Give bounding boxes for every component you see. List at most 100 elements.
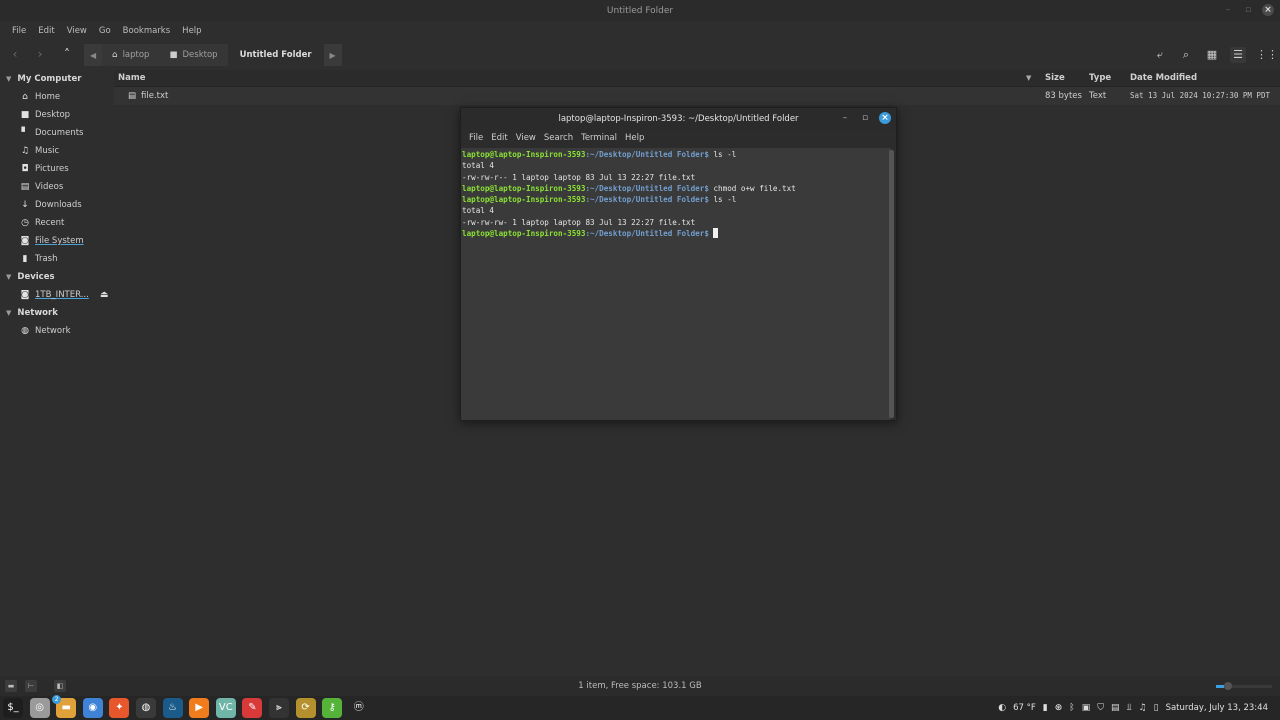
taskbar-app-update-manager[interactable]: ⟳ bbox=[295, 698, 316, 718]
desktop-icon: ■ bbox=[169, 50, 178, 60]
taskbar-app-chrome[interactable]: ◉ bbox=[82, 698, 103, 718]
breadcrumb-untitled-folder[interactable]: Untitled Folder bbox=[227, 44, 324, 66]
terminal-output-line: -rw-rw-r-- 1 laptop laptop 83 Jul 13 22:… bbox=[462, 172, 696, 182]
terminal-menu-search[interactable]: Search bbox=[540, 130, 577, 146]
forward-button[interactable]: › bbox=[32, 46, 48, 62]
taskbar-app-key-manager[interactable]: ⚷ bbox=[322, 698, 343, 718]
terminal-minimize-button[interactable]: – bbox=[839, 112, 851, 124]
sidebar-item-music[interactable]: ♫ Music bbox=[0, 142, 114, 160]
taskbar-app-video-editor[interactable]: ⫸ bbox=[269, 698, 289, 718]
zoom-slider-handle[interactable] bbox=[1224, 682, 1232, 690]
taskbar-app-obs[interactable]: ◍ bbox=[136, 698, 156, 718]
download-icon: ↓ bbox=[21, 200, 29, 210]
sidebar-section-network[interactable]: ▼ Network bbox=[0, 304, 114, 322]
desktop-icon: ■ bbox=[20, 110, 30, 120]
taskbar-app-media-player[interactable]: ▶ bbox=[189, 698, 210, 718]
taskbar-app-gimp-like[interactable]: ✎ bbox=[242, 698, 263, 718]
breadcrumb-laptop[interactable]: ⌂ laptop bbox=[102, 44, 160, 66]
column-type[interactable]: Type bbox=[1089, 70, 1111, 87]
minimize-button[interactable]: – bbox=[1222, 4, 1234, 16]
eject-icon[interactable]: ⏏ bbox=[100, 286, 109, 304]
video-editor-icon: ⫸ bbox=[276, 702, 282, 713]
network-icon[interactable]: ⫫ bbox=[1126, 703, 1131, 713]
obs-tray-icon[interactable]: ⊛ bbox=[1055, 703, 1063, 713]
trash-applet-icon[interactable]: ▮ bbox=[1043, 703, 1048, 713]
column-size[interactable]: Size bbox=[1045, 70, 1065, 87]
battery-icon[interactable]: ▯ bbox=[1154, 703, 1159, 713]
column-date-modified[interactable]: Date Modified bbox=[1130, 70, 1197, 87]
weather-temp[interactable]: 67 °F bbox=[1013, 703, 1036, 713]
breadcrumb-right-arrow[interactable]: ▶ bbox=[323, 44, 342, 66]
terminal-menu-view[interactable]: View bbox=[512, 130, 540, 146]
column-name[interactable]: Name bbox=[118, 70, 145, 87]
terminal-menu-help[interactable]: Help bbox=[621, 130, 648, 146]
compact-view-icon[interactable]: ⋮⋮ bbox=[1256, 47, 1278, 63]
menu-help[interactable]: Help bbox=[176, 22, 207, 40]
zoom-slider[interactable] bbox=[1216, 682, 1272, 690]
sidebar-item-pictures[interactable]: ◘ Pictures bbox=[0, 160, 114, 178]
clock[interactable]: Saturday, July 13, 23:44 bbox=[1166, 703, 1268, 713]
terminal-prompt-line: laptop@laptop-Inspiron-3593:~/Desktop/Un… bbox=[462, 149, 890, 160]
menu-view[interactable]: View bbox=[61, 22, 93, 40]
taskbar-app-vscode[interactable]: VC bbox=[215, 698, 236, 718]
sound-icon[interactable]: ♫ bbox=[1139, 703, 1147, 713]
sidebar-item-downloads[interactable]: ↓ Downloads bbox=[0, 196, 114, 214]
taskbar-app-files[interactable]: ▬ 2 bbox=[52, 695, 77, 718]
toggle-location-icon[interactable]: ⤶ bbox=[1152, 47, 1168, 63]
sidebar-section-devices[interactable]: ▼ Devices bbox=[0, 268, 114, 286]
maximize-button[interactable]: ▫ bbox=[1242, 4, 1254, 16]
breadcrumb-desktop[interactable]: ■ Desktop bbox=[159, 44, 228, 66]
terminal-menu-file[interactable]: File bbox=[465, 130, 487, 146]
sidebar-section-my-computer[interactable]: ▼ My Computer bbox=[0, 70, 114, 88]
clock-icon: ◷ bbox=[21, 218, 29, 228]
sidebar-item-file-system[interactable]: ◙ File System bbox=[0, 232, 114, 250]
sidebar-item-documents[interactable]: ▘ Documents bbox=[0, 124, 114, 142]
terminal-menu-edit[interactable]: Edit bbox=[487, 130, 511, 146]
list-view-icon[interactable]: ☰ bbox=[1230, 47, 1246, 63]
taskbar-app-firefox[interactable]: ✦ bbox=[109, 698, 130, 718]
close-button[interactable]: × bbox=[1262, 4, 1274, 16]
sidebar-item-network[interactable]: ◍ Network bbox=[0, 322, 114, 340]
bluetooth-icon[interactable]: ᛒ bbox=[1069, 703, 1074, 713]
terminal-output[interactable]: laptop@laptop-Inspiron-3593 :~/Desktop/Un… bbox=[461, 148, 891, 420]
terminal-scrollbar[interactable] bbox=[889, 150, 894, 418]
up-button[interactable]: ˄ bbox=[59, 46, 75, 62]
icon-view-icon[interactable]: ▦ bbox=[1204, 47, 1220, 63]
menu-file[interactable]: File bbox=[6, 22, 32, 40]
shield-icon[interactable]: ⛉ bbox=[1097, 703, 1104, 713]
notes-icon[interactable]: ▤ bbox=[1111, 703, 1120, 713]
sidebar-item-videos[interactable]: ▤ Videos bbox=[0, 178, 114, 196]
terminal-maximize-button[interactable]: ▫ bbox=[859, 112, 871, 124]
terminal-menu-terminal[interactable]: Terminal bbox=[577, 130, 621, 146]
file-row[interactable]: ▤ file.txt 83 bytes Text Sat 13 Jul 2024… bbox=[114, 87, 1280, 105]
taskbar-app-mint-menu[interactable]: ⓜ bbox=[348, 698, 369, 718]
prompt-path: :~/Desktop/Untitled Folder$ bbox=[585, 183, 709, 193]
terminal-close-button[interactable]: × bbox=[879, 112, 891, 124]
collapse-icon: ▼ bbox=[6, 309, 12, 317]
terminal-output-line: total 4 bbox=[462, 206, 495, 216]
sidebar-item-recent[interactable]: ◷ Recent bbox=[0, 214, 114, 232]
sidebar-item-trash[interactable]: ▮ Trash bbox=[0, 250, 114, 268]
sidebar-item-1tb-drive[interactable]: ◙ 1TB_INTER... ⏏ bbox=[0, 286, 114, 304]
taskbar-app-steam[interactable]: ♨ bbox=[162, 698, 183, 718]
file-type: Text bbox=[1089, 91, 1107, 101]
film-icon: ▤ bbox=[20, 182, 30, 192]
firefox-icon: ✦ bbox=[115, 702, 124, 713]
menu-edit[interactable]: Edit bbox=[32, 22, 60, 40]
obs-icon: ◍ bbox=[141, 702, 151, 713]
back-button[interactable]: ‹ bbox=[7, 46, 23, 62]
sort-arrow-icon[interactable]: ▼ bbox=[1026, 70, 1031, 87]
chrome-icon: ◉ bbox=[88, 702, 98, 713]
menu-bookmarks[interactable]: Bookmarks bbox=[117, 22, 177, 40]
prompt-user: laptop@laptop-Inspiron-3593 bbox=[462, 195, 586, 205]
taskbar-app-disks[interactable]: ◎ bbox=[29, 698, 50, 718]
taskbar-app-terminal[interactable]: $_ bbox=[3, 698, 23, 718]
breadcrumb-left-arrow[interactable]: ◀ bbox=[84, 44, 103, 66]
search-icon[interactable]: ⌕ bbox=[1178, 47, 1194, 63]
menu-go[interactable]: Go bbox=[93, 22, 117, 40]
sidebar-item-desktop[interactable]: ■ Desktop bbox=[0, 106, 114, 124]
weather-icon[interactable]: ◐ bbox=[998, 703, 1006, 713]
clipboard-icon[interactable]: ▣ bbox=[1082, 703, 1091, 713]
sidebar-item-home[interactable]: ⌂ Home bbox=[0, 88, 114, 106]
music-icon: ♫ bbox=[20, 146, 30, 156]
